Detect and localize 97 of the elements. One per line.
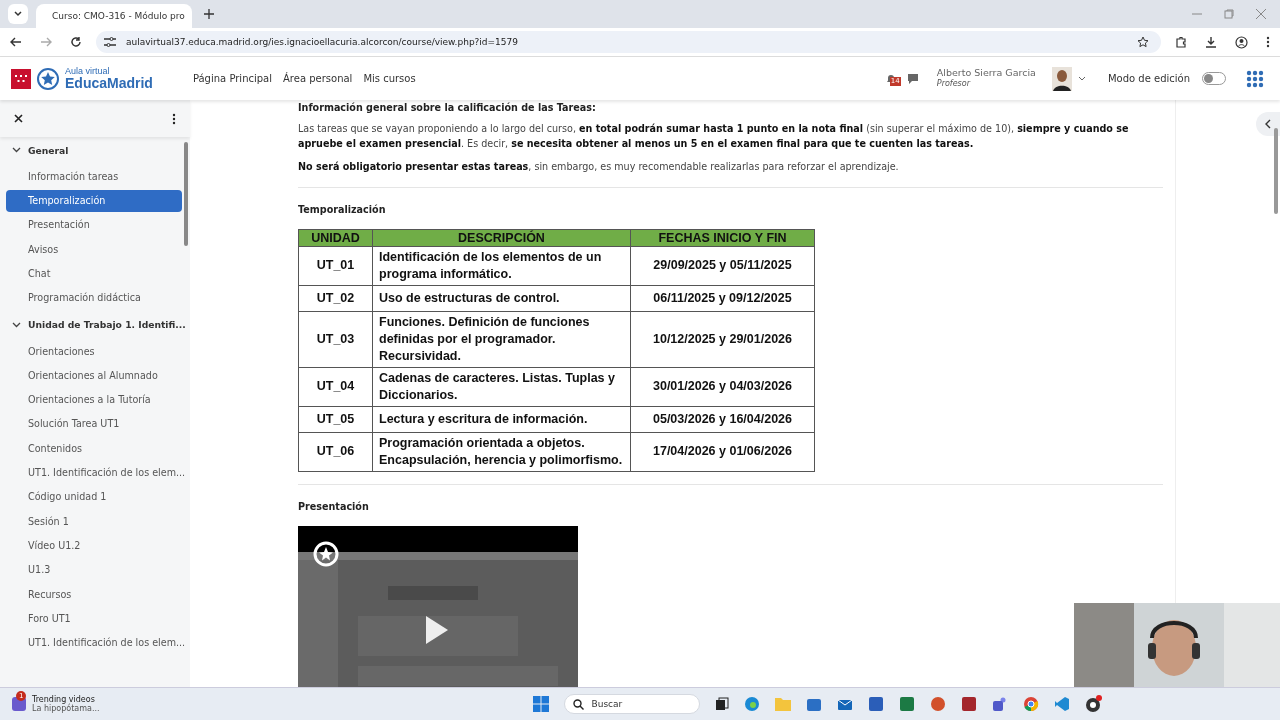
more-icon[interactable]: [172, 112, 176, 125]
sidebar-item[interactable]: Código unidad 1: [6, 486, 182, 509]
more-icon[interactable]: [1266, 36, 1270, 48]
sidebar-item[interactable]: Orientaciones: [6, 340, 182, 363]
sidebar-item[interactable]: Vídeo U1.2: [6, 534, 182, 557]
flag-icon: [11, 68, 31, 89]
table-cell: 30/01/2026 y 04/03/2026: [630, 367, 815, 406]
sidebar-item[interactable]: Sesión 1: [6, 510, 182, 533]
tab-list-button[interactable]: [8, 4, 28, 24]
column-header: DESCRIPCIÓN: [372, 229, 631, 246]
powerpoint-icon[interactable]: [929, 696, 946, 712]
chrome-icon[interactable]: [1022, 696, 1039, 712]
table-cell: 29/09/2025 y 05/11/2025: [630, 246, 815, 285]
table-cell: 10/12/2025 y 29/01/2026: [630, 311, 815, 367]
new-tab-icon[interactable]: [204, 9, 214, 19]
table-cell: UT_04: [298, 367, 373, 406]
sidebar-item[interactable]: Foro UT1: [6, 607, 182, 630]
table-cell: 17/04/2026 y 01/06/2026: [630, 432, 815, 471]
column-header: FECHAS INICIO Y FIN: [630, 229, 815, 246]
widget-icon[interactable]: [12, 697, 26, 711]
edge-icon[interactable]: [743, 696, 760, 712]
nav-link[interactable]: Mis cursos: [363, 73, 416, 84]
user-name: Alberto Sierra Garcia: [936, 68, 1036, 79]
sidebar-item[interactable]: UT1. Identificación de los elem...: [6, 632, 182, 655]
section-title[interactable]: General: [28, 144, 69, 156]
windows-start-icon[interactable]: [532, 696, 549, 712]
section-heading: Presentación: [298, 500, 370, 512]
user-role: Profesor: [936, 79, 972, 89]
recorder-icon[interactable]: [1084, 695, 1103, 713]
teams-icon[interactable]: [991, 696, 1008, 712]
word-icon[interactable]: [867, 696, 884, 712]
section-heading: Información general sobre la calificación de las Tareas:: [298, 102, 597, 113]
sidebar-item[interactable]: Programación didáctica: [6, 287, 182, 310]
edit-mode-toggle[interactable]: [1202, 72, 1226, 85]
address-bar[interactable]: aulavirtual37.educa.madrid.org/ies.ignacioellacuria.alcorcon/course/view.php?id=1579: [96, 31, 1161, 53]
sidebar-item[interactable]: Chat: [6, 263, 182, 286]
star-icon[interactable]: [1137, 36, 1149, 48]
section-title[interactable]: Unidad de Trabajo 1. Identifi...: [28, 319, 186, 331]
table-cell: 05/03/2026 y 16/04/2026: [630, 406, 815, 432]
sidebar-item[interactable]: Orientaciones al Alumnado: [6, 364, 182, 387]
nav-link[interactable]: Área personal: [283, 73, 353, 84]
table-cell: Cadenas de caracteres. Listas. Tuplas y Diccionarios.: [372, 367, 631, 406]
table-cell: UT_02: [298, 285, 373, 311]
chevron-icon[interactable]: [12, 321, 21, 328]
table-cell: Funciones. Definición de funciones definidas por el programador. Recursividad.: [372, 311, 631, 367]
star-logo-icon: [37, 67, 59, 90]
excel-icon[interactable]: [898, 696, 915, 712]
sidebar-item[interactable]: Contenidos: [6, 437, 182, 460]
drawer-toggle-button[interactable]: [1256, 112, 1280, 136]
logo-subtitle: Aula virtual: [65, 67, 111, 76]
sidebar-item[interactable]: Avisos: [6, 238, 182, 261]
nav-link[interactable]: Página Principal: [192, 73, 272, 84]
chevron-icon[interactable]: [12, 147, 21, 154]
back-icon[interactable]: [10, 36, 22, 48]
table-cell: UT_05: [298, 406, 373, 432]
section-heading: Temporalización: [298, 203, 387, 215]
table-cell: UT_01: [298, 246, 373, 285]
widget-title: Trending videos: [32, 694, 95, 704]
browser-tab[interactable]: Curso: CMO-316 - Módulo pro: [36, 4, 192, 28]
sidebar-item[interactable]: UT1. Identificación de los elem...: [6, 462, 182, 485]
download-icon[interactable]: [1205, 36, 1217, 48]
table-cell: Lectura y escritura de información.: [372, 406, 631, 432]
profile-icon[interactable]: [1235, 35, 1248, 49]
store-icon[interactable]: [805, 696, 822, 712]
sidebar-item[interactable]: Presentación: [6, 214, 182, 237]
close-icon[interactable]: [14, 114, 23, 123]
widget-subtitle: La hipopótama...: [32, 704, 100, 714]
chat-icon[interactable]: [906, 72, 919, 85]
sidebar-item[interactable]: U1.3: [6, 559, 182, 582]
paragraph: Las tareas que se vayan proponiendo a lo largo del curso, en total podrán sumar hasta 1 punto en la nota final (sin superar el máximo de 10), siempre y cuando se apruebe el examen presencial. Es decir, se necesita obtener al menos un 5 en el examen final para que te cuenten las tareas.: [298, 122, 1130, 151]
reload-icon[interactable]: [70, 36, 82, 48]
task-view-icon[interactable]: [714, 697, 729, 711]
table-cell: Programación orientada a objetos. Encapsulación, herencia y polimorfismo.: [372, 432, 631, 471]
sidebar-item[interactable]: Recursos: [6, 583, 182, 606]
edit-mode-label: Modo de edición: [1107, 73, 1190, 84]
logo-title: EducaMadrid: [65, 76, 153, 90]
avatar-icon[interactable]: [1051, 66, 1072, 91]
paragraph: No será obligatorio presentar estas tareas, sin embargo, es muy recomendable realizarlas para reforzar el aprendizaje.: [298, 160, 900, 174]
table-cell: 06/11/2025 y 09/12/2025: [630, 285, 815, 311]
apps-grid-icon[interactable]: [1246, 69, 1264, 88]
table-cell: UT_03: [298, 311, 373, 367]
column-header: UNIDAD: [298, 229, 373, 246]
sidebar-item[interactable]: Información tareas: [6, 165, 182, 188]
site-settings-icon[interactable]: [104, 37, 116, 47]
sidebar-item[interactable]: Solución Tarea UT1: [6, 413, 182, 436]
table-cell: UT_06: [298, 432, 373, 471]
caret-icon: [13, 9, 23, 19]
puzzle-icon[interactable]: [1175, 36, 1187, 48]
sidebar-item[interactable]: Temporalización: [6, 190, 182, 213]
sidebar-item[interactable]: Orientaciones a la Tutoría: [6, 389, 182, 412]
table-cell: Uso de estructuras de control.: [372, 285, 631, 311]
chevron-icon: [1264, 119, 1272, 129]
vscode-icon[interactable]: [1053, 696, 1070, 712]
caret-icon[interactable]: [1077, 75, 1086, 82]
search-field[interactable]: Buscar: [563, 694, 700, 714]
access-icon[interactable]: [960, 696, 977, 712]
table-cell: Identificación de los elementos de un programa informático.: [372, 246, 631, 285]
